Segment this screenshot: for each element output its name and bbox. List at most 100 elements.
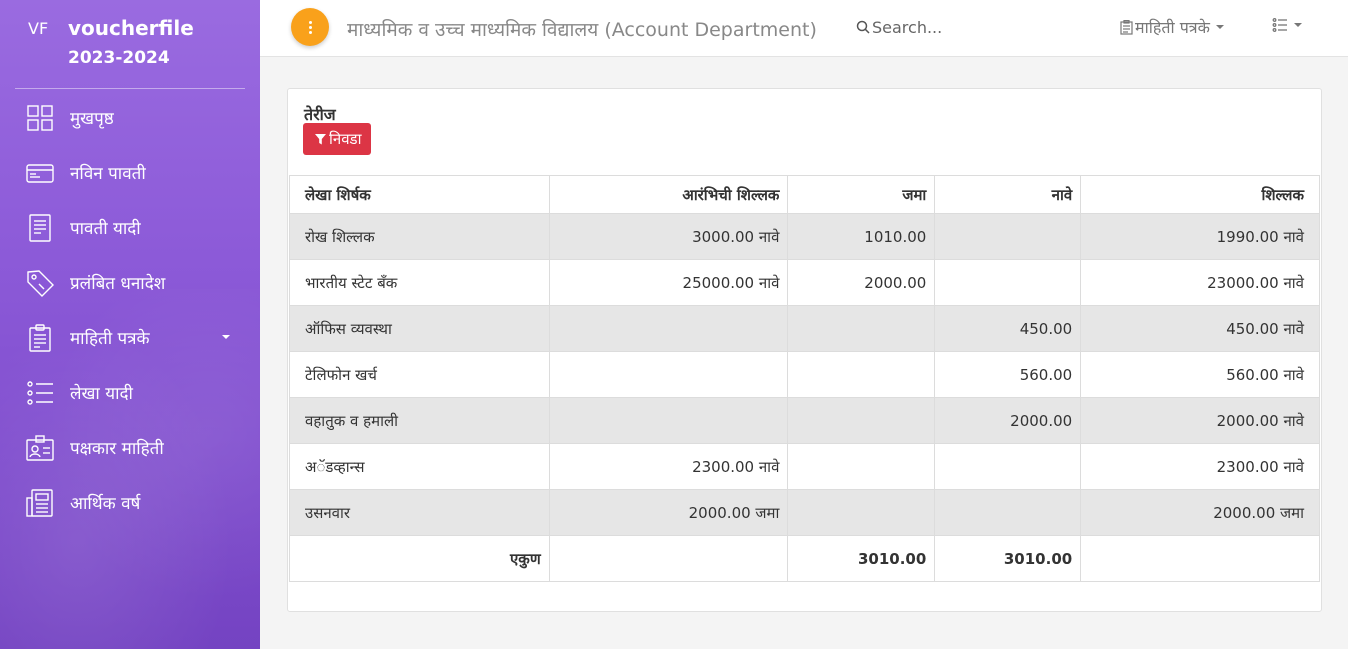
filter-button-label: निवडा — [329, 130, 362, 148]
brand-abbr: VF — [28, 19, 49, 38]
sidebar-item-party-info[interactable]: पक्षकार माहिती — [0, 420, 260, 475]
account-name-cell: वहातुक व हमाली — [289, 397, 550, 444]
sidebar-item-label: माहिती पत्रके — [70, 329, 150, 349]
grid-icon — [26, 104, 54, 132]
sidebar-item-label: आर्थिक वर्ष — [70, 494, 141, 514]
account-name-cell: रोख शिल्लक — [289, 213, 550, 260]
brand[interactable]: VF voucherfile 2023-2024 — [0, 0, 260, 88]
credit-cell: 2000.00 — [787, 259, 936, 306]
opening-balance-cell — [548, 305, 789, 352]
search-input[interactable] — [872, 17, 1042, 37]
chevron-down-icon — [222, 335, 230, 339]
sidebar-item-label: मुखपृष्ठ — [70, 109, 114, 129]
column-header: शिल्लक — [1080, 175, 1320, 214]
sidebar-item-reports[interactable]: माहिती पत्रके — [0, 310, 260, 365]
sidebar-item-label: पावती यादी — [70, 219, 141, 239]
column-header: जमा — [787, 175, 936, 214]
card-icon — [26, 159, 54, 187]
table-row: भारतीय स्टेट बँक 25000.00 नावे 2000.00 2… — [289, 259, 1320, 306]
sidebar-item-new-receipt[interactable]: नविन पावती — [0, 145, 260, 200]
header-title: माध्यमिक व उच्च माध्यमिक विद्यालय (Accou… — [347, 19, 817, 41]
credit-cell — [787, 305, 936, 352]
table-total-row: एकुण 3010.00 3010.00 — [289, 535, 1320, 582]
balance-cell: 2300.00 नावे — [1080, 443, 1320, 490]
document-list-icon — [26, 213, 54, 242]
opening-balance-cell — [548, 397, 789, 444]
chevron-down-icon — [1215, 25, 1224, 29]
total-opening-cell — [548, 535, 789, 582]
opening-balance-cell: 2000.00 जमा — [548, 489, 789, 536]
brand-name: voucherfile — [68, 16, 194, 40]
menu-toggle-button[interactable] — [291, 8, 329, 46]
sidebar-item-home[interactable]: मुखपृष्ठ — [0, 90, 260, 145]
trial-balance-table: लेखा शिर्षक आरंभिची शिल्लक जमा नावे शिल्… — [289, 175, 1320, 582]
table-row: अॅडव्हान्स 2300.00 नावे 2300.00 नावे — [289, 443, 1320, 490]
balance-cell: 23000.00 नावे — [1080, 259, 1320, 306]
brand-year: 2023-2024 — [68, 48, 170, 68]
filter-button[interactable]: निवडा — [303, 123, 372, 155]
total-balance-cell — [1080, 535, 1320, 582]
column-header: नावे — [934, 175, 1082, 214]
clipboard-icon — [1120, 19, 1133, 35]
debit-cell: 2000.00 — [934, 397, 1082, 444]
reports-dropdown[interactable]: माहिती पत्रके — [1120, 16, 1224, 38]
debit-cell — [934, 259, 1082, 306]
column-header: आरंभिची शिल्लक — [548, 175, 789, 214]
search-icon — [856, 20, 870, 34]
sidebar-item-accounts-list[interactable]: लेखा यादी — [0, 365, 260, 420]
calendar-report-icon — [26, 488, 54, 517]
id-card-icon — [26, 434, 54, 462]
sidebar-item-label: पक्षकार माहिती — [70, 439, 164, 459]
opening-balance-cell — [548, 351, 789, 398]
opening-balance-cell: 2300.00 नावे — [548, 443, 789, 490]
sidebar-item-label: नविन पावती — [70, 164, 146, 184]
kebab-icon — [308, 20, 312, 34]
debit-cell: 560.00 — [934, 351, 1082, 398]
balance-cell: 2000.00 जमा — [1080, 489, 1320, 536]
credit-cell — [787, 397, 936, 444]
search-box[interactable] — [856, 15, 1056, 39]
sidebar-item-label: लेखा यादी — [70, 384, 133, 404]
debit-cell: 450.00 — [934, 305, 1082, 352]
account-name-cell: टेलिफोन खर्च — [289, 351, 550, 398]
sidebar-item-receipt-list[interactable]: पावती यादी — [0, 200, 260, 255]
sidebar-item-label: प्रलंबित धनादेश — [70, 274, 166, 294]
table-header-row: लेखा शिर्षक आरंभिची शिल्लक जमा नावे शिल्… — [289, 175, 1320, 214]
trial-balance-card: तेरीज निवडा लेखा शिर्षक आरंभिची शिल्लक ज… — [287, 88, 1322, 612]
credit-cell — [787, 351, 936, 398]
sidebar-item-financial-year[interactable]: आर्थिक वर्ष — [0, 475, 260, 530]
debit-cell — [934, 443, 1082, 490]
balance-cell: 450.00 नावे — [1080, 305, 1320, 352]
balance-cell: 2000.00 नावे — [1080, 397, 1320, 444]
total-label-cell: एकुण — [289, 535, 550, 582]
top-header: माध्यमिक व उच्च माध्यमिक विद्यालय (Accou… — [260, 0, 1348, 57]
reports-dropdown-label: माहिती पत्रके — [1135, 18, 1210, 37]
tag-icon — [26, 269, 54, 297]
credit-cell — [787, 489, 936, 536]
list-icon — [26, 379, 54, 407]
table-row: रोख शिल्लक 3000.00 नावे 1010.00 1990.00 … — [289, 213, 1320, 260]
sidebar-nav: मुखपृष्ठ नविन पावती पावती यादी प्रलंबित … — [0, 90, 260, 530]
total-debit-cell: 3010.00 — [934, 535, 1082, 582]
account-name-cell: ऑफिस व्यवस्था — [289, 305, 550, 352]
debit-cell — [934, 489, 1082, 536]
balance-cell: 1990.00 नावे — [1080, 213, 1320, 260]
chevron-down-icon — [1294, 23, 1302, 27]
sidebar-item-pending-cheques[interactable]: प्रलंबित धनादेश — [0, 255, 260, 310]
credit-cell: 1010.00 — [787, 213, 936, 260]
account-name-cell: अॅडव्हान्स — [289, 443, 550, 490]
card-title: तेरीज — [304, 105, 336, 124]
opening-balance-cell: 3000.00 नावे — [548, 213, 789, 260]
account-name-cell: भारतीय स्टेट बँक — [289, 259, 550, 306]
table-row: उसनवार 2000.00 जमा 2000.00 जमा — [289, 489, 1320, 536]
list-icon — [1272, 18, 1287, 32]
opening-balance-cell: 25000.00 नावे — [548, 259, 789, 306]
table-row: ऑफिस व्यवस्था 450.00 450.00 नावे — [289, 305, 1320, 352]
brand-divider — [15, 88, 245, 89]
list-options-dropdown[interactable] — [1272, 17, 1302, 33]
balance-cell: 560.00 नावे — [1080, 351, 1320, 398]
filter-icon — [315, 133, 326, 144]
sidebar: VF voucherfile 2023-2024 मुखपृष्ठ नविन प… — [0, 0, 260, 649]
account-name-cell: उसनवार — [289, 489, 550, 536]
table-row: वहातुक व हमाली 2000.00 2000.00 नावे — [289, 397, 1320, 444]
